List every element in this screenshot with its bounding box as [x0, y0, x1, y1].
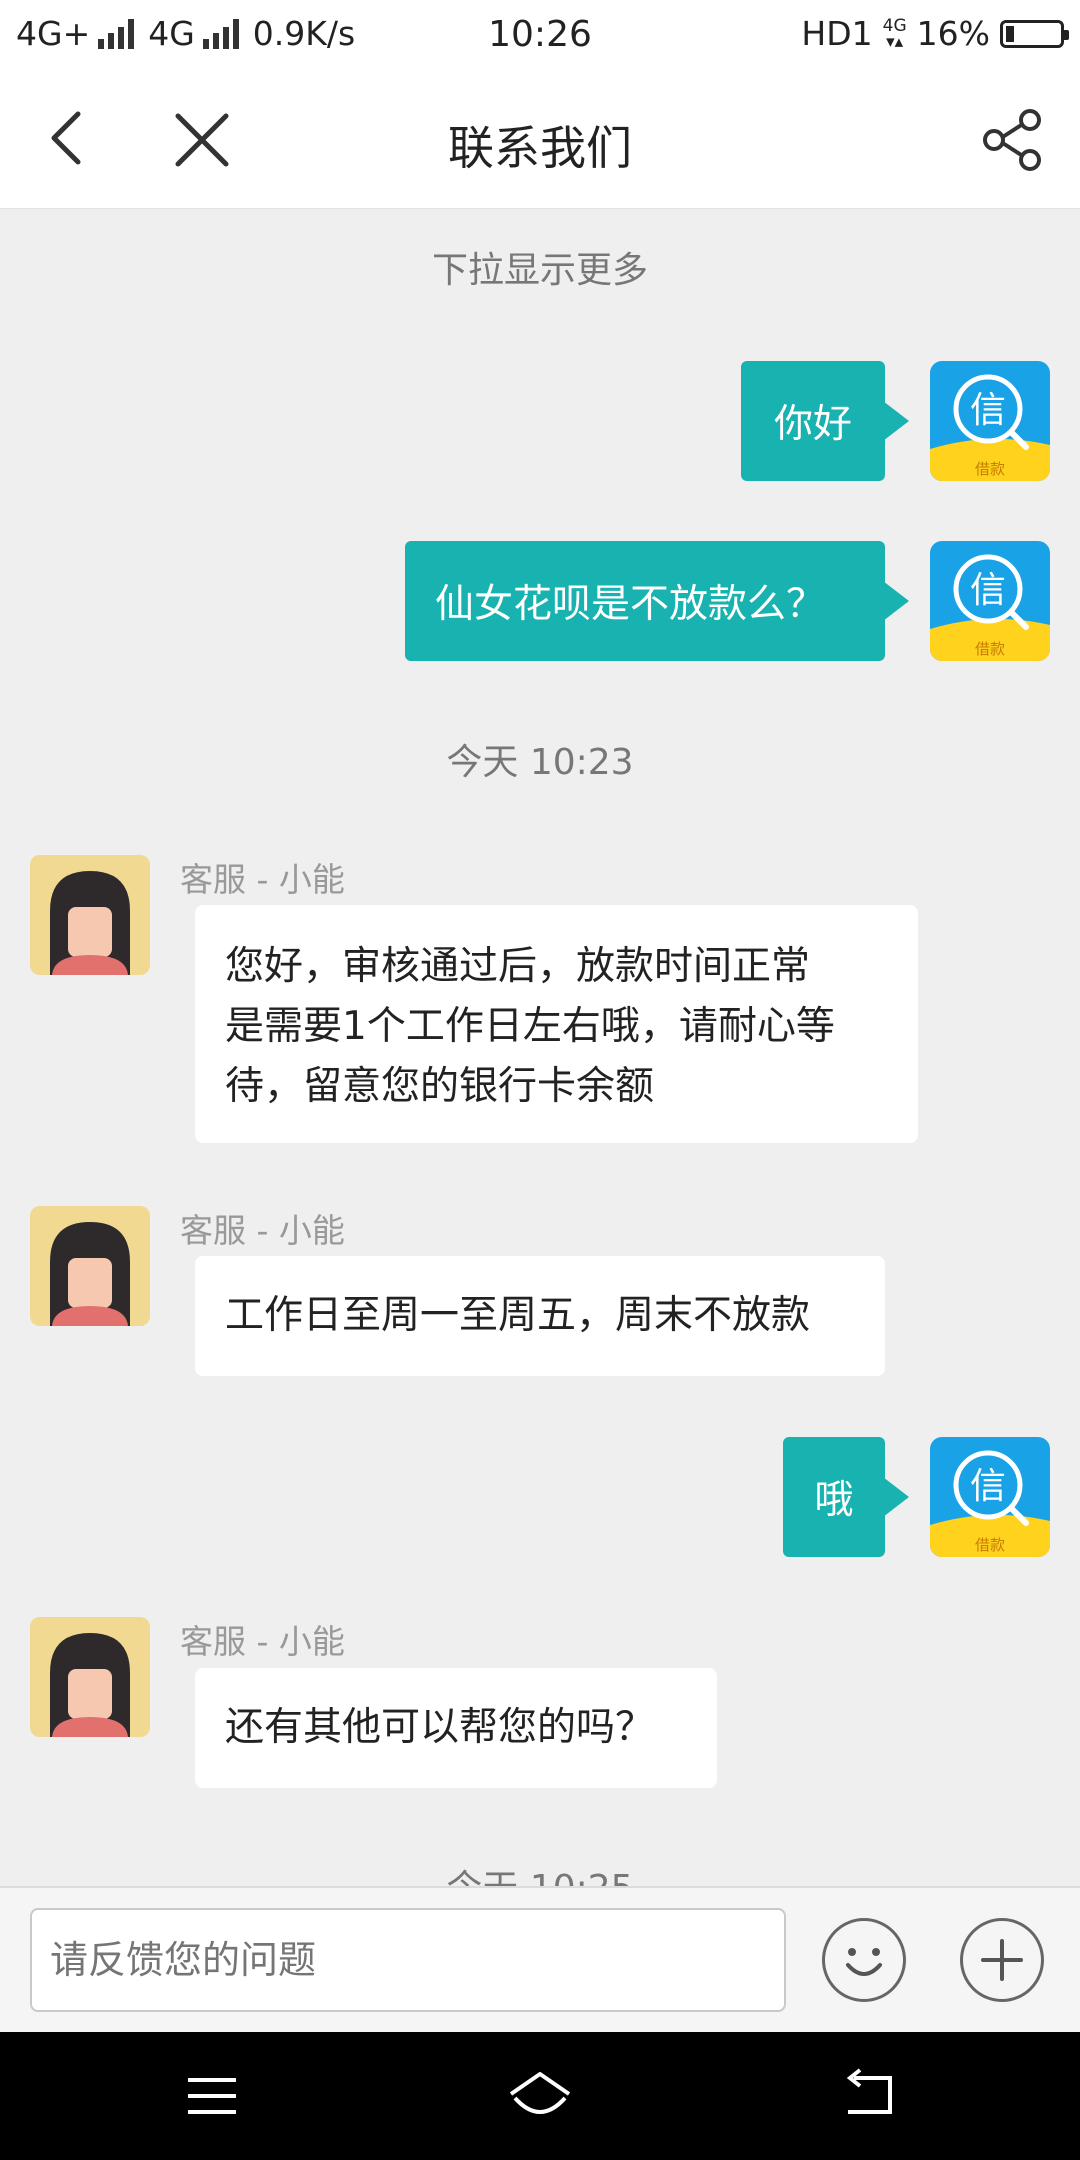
small-network-indicator: 4G ▾▴	[882, 15, 907, 52]
input-bar	[0, 1886, 1080, 2034]
share-icon[interactable]	[980, 108, 1044, 172]
agent-avatar	[30, 1206, 150, 1326]
app-logo-label: 借款	[975, 460, 1005, 478]
nav-bar: 联系我们	[0, 72, 1080, 209]
message-bubble-incoming[interactable]: 工作日至周一至周五，周末不放款	[195, 1256, 885, 1376]
battery-percent: 16%	[916, 14, 990, 53]
status-bar: 4G+ 4G 0.9K/s 10:26 HD1 4G ▾▴ 16%	[0, 0, 1080, 72]
agent-avatar	[30, 855, 150, 975]
user-avatar: 信 借款	[930, 361, 1050, 481]
message-bubble-incoming[interactable]: 您好，审核通过后，放款时间正常 是需要1个工作日左右哦，请耐心等 待，留意您的银…	[195, 905, 918, 1143]
svg-text:借款: 借款	[975, 1536, 1005, 1554]
message-bubble-incoming[interactable]: 还有其他可以帮您的吗？	[195, 1668, 717, 1788]
girl-avatar-icon	[30, 855, 150, 975]
agent-name: 客服 - 小能	[180, 1622, 345, 1661]
hd-indicator: HD1	[801, 14, 873, 53]
user-avatar: 信 借款	[930, 1437, 1050, 1557]
message-bubble-outgoing[interactable]: 哦	[783, 1437, 909, 1557]
svg-text:信: 信	[970, 570, 1006, 611]
app-logo-icon: 信 借款	[930, 361, 1050, 481]
menu-icon[interactable]	[182, 2068, 242, 2124]
svg-text:借款: 借款	[975, 640, 1005, 658]
status-right: HD1 4G ▾▴ 16%	[801, 14, 1069, 53]
svg-text:信: 信	[970, 1466, 1006, 1507]
agent-name: 客服 - 小能	[180, 1211, 345, 1250]
girl-avatar-icon	[30, 1617, 150, 1737]
pull-more-hint[interactable]: 下拉显示更多	[0, 241, 1080, 293]
feedback-input[interactable]	[30, 1908, 786, 2012]
app-logo-icon: 信 借款	[930, 1437, 1050, 1557]
more-button[interactable]	[960, 1918, 1044, 2002]
timestamp: 今天 10:23	[446, 742, 634, 783]
agent-name: 客服 - 小能	[180, 860, 345, 899]
battery-icon	[1000, 19, 1069, 48]
chat-area[interactable]: 下拉显示更多 你好 信 借款 仙女花呗是不放款么？ 信 借款 今天 10:23	[0, 209, 1080, 1886]
message-line: 还有其他可以帮您的吗？	[225, 1705, 655, 1750]
user-avatar: 信 借款	[930, 541, 1050, 661]
message-line: 待，留意您的银行卡余额	[225, 1064, 655, 1109]
home-icon[interactable]	[505, 2068, 575, 2124]
message-line: 您好，审核通过后，放款时间正常	[225, 944, 811, 989]
message-bubble-outgoing[interactable]: 仙女花呗是不放款么？	[405, 541, 909, 661]
app-logo-icon: 信 借款	[930, 541, 1050, 661]
girl-avatar-icon	[30, 1206, 150, 1326]
back-icon[interactable]	[838, 2068, 898, 2124]
system-nav-bar	[0, 2032, 1080, 2160]
agent-avatar	[30, 1617, 150, 1737]
message-bubble-outgoing[interactable]: 你好	[741, 361, 909, 481]
message-line: 是需要1个工作日左右哦，请耐心等	[225, 1004, 835, 1049]
page-title: 联系我们	[448, 121, 632, 175]
plus-icon	[981, 1939, 1023, 1981]
emoji-button[interactable]	[822, 1918, 906, 2002]
app-logo-glyph: 信	[970, 390, 1006, 431]
smiley-icon	[846, 1948, 882, 1976]
timestamp: 今天 10:25	[0, 1859, 1080, 1886]
message-line: 工作日至周一至周五，周末不放款	[225, 1293, 811, 1338]
